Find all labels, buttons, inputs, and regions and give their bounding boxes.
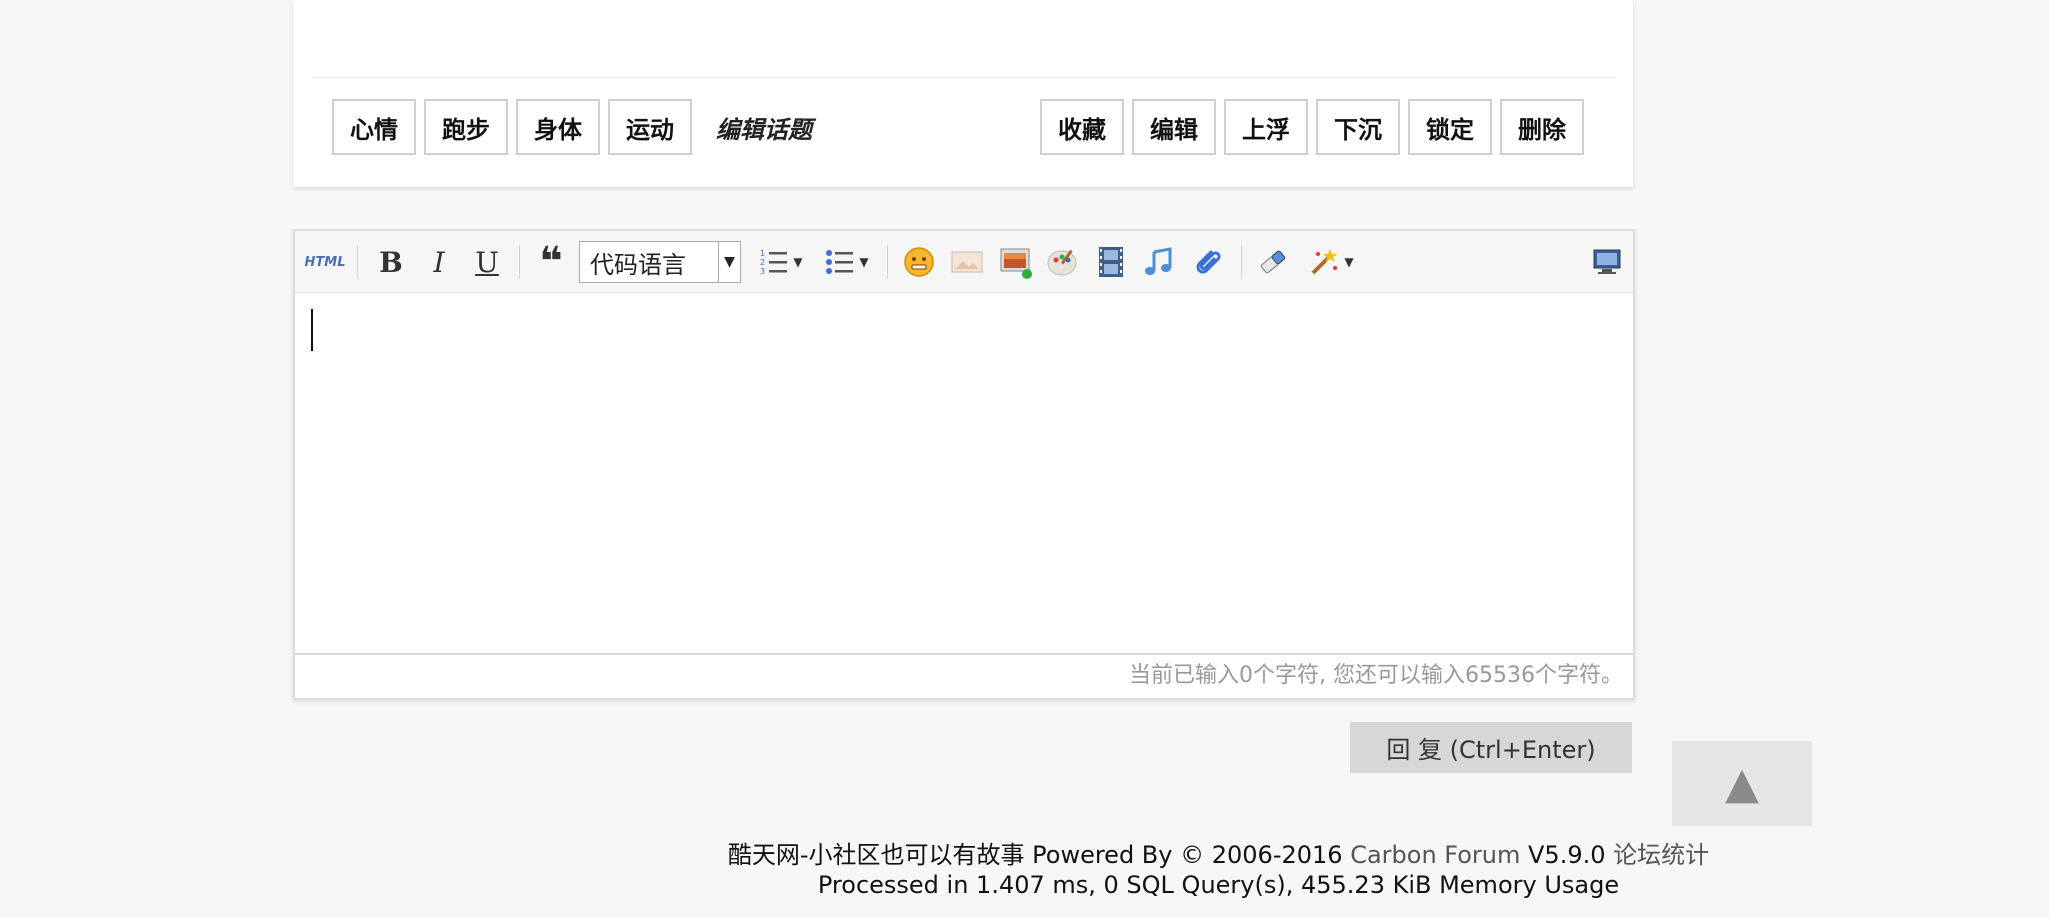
- quote-icon: ❝: [539, 239, 563, 285]
- editor-toolbar: HTML B I U ❝ 代码语言 ▼ 1 2 3 ▼ ▼ ▼: [295, 231, 1633, 293]
- ordered-list-icon: 1 2 3: [760, 249, 788, 276]
- video-button[interactable]: [1091, 243, 1131, 281]
- underline-icon: U: [475, 245, 499, 279]
- italic-button[interactable]: I: [421, 243, 457, 281]
- gallery-button[interactable]: [995, 243, 1035, 281]
- svg-text:1: 1: [760, 249, 765, 258]
- character-count-status: 当前已输入0个字符, 您还可以输入65536个字符。: [295, 653, 1633, 698]
- float-up-button[interactable]: 上浮: [1224, 99, 1308, 155]
- code-language-select[interactable]: 代码语言 ▼: [579, 241, 741, 283]
- footer-version: V5.9.0: [1520, 841, 1614, 869]
- monitor-icon: [1593, 249, 1621, 274]
- tag-button-sports[interactable]: 运动: [608, 99, 692, 155]
- quote-button[interactable]: ❝: [531, 239, 571, 285]
- smiley-icon: [904, 247, 934, 277]
- music-button[interactable]: [1139, 243, 1179, 281]
- footer-line-2: Processed in 1.407 ms, 0 SQL Query(s), 4…: [817, 871, 1620, 899]
- caret-down-icon: ▼: [859, 255, 869, 269]
- footer-powered-by: 酷天网-小社区也可以有故事 Powered By © 2006-2016: [727, 841, 1351, 869]
- image-button[interactable]: [947, 243, 987, 281]
- music-note-icon: [1145, 247, 1172, 275]
- paint-button[interactable]: [1043, 243, 1083, 281]
- attachment-button[interactable]: [1187, 243, 1227, 281]
- html-source-button[interactable]: HTML: [303, 243, 347, 281]
- forum-stats-link[interactable]: 论坛统计: [1613, 841, 1709, 869]
- underline-button[interactable]: U: [469, 243, 505, 281]
- palette-icon: [1047, 249, 1077, 276]
- paperclip-icon: [1196, 250, 1221, 274]
- delete-button[interactable]: 删除: [1500, 99, 1584, 155]
- tag-button-running[interactable]: 跑步: [424, 99, 508, 155]
- italic-icon: I: [433, 245, 445, 279]
- favorite-button[interactable]: 收藏: [1040, 99, 1124, 155]
- carbon-forum-link[interactable]: Carbon Forum: [1350, 841, 1520, 869]
- tag-button-body[interactable]: 身体: [516, 99, 600, 155]
- bold-icon: B: [379, 245, 403, 279]
- unordered-list-button[interactable]: ▼: [819, 243, 875, 281]
- text-cursor: [311, 309, 313, 351]
- toolbar-separator: [357, 245, 358, 279]
- toolbar-separator: [519, 245, 520, 279]
- image-icon: [951, 251, 983, 273]
- gallery-icon: [1000, 248, 1032, 279]
- code-language-value: 代码语言: [590, 250, 686, 279]
- clear-format-button[interactable]: [1253, 243, 1293, 281]
- eraser-icon: [1260, 250, 1286, 274]
- topic-card: 心情 跑步 身体 运动 编辑话题 收藏 编辑 上浮 下沉 锁定 删除: [293, 0, 1633, 187]
- toolbar-separator: [1241, 245, 1242, 279]
- svg-text:3: 3: [760, 267, 765, 276]
- lock-button[interactable]: 锁定: [1408, 99, 1492, 155]
- edit-button[interactable]: 编辑: [1132, 99, 1216, 155]
- film-icon: [1099, 247, 1123, 277]
- magic-wand-icon: [1311, 249, 1338, 275]
- bold-button[interactable]: B: [373, 243, 409, 281]
- caret-down-icon: ▼: [1344, 255, 1354, 269]
- tag-button-mood[interactable]: 心情: [332, 99, 416, 155]
- editor-text-area[interactable]: [295, 294, 1633, 651]
- caret-down-icon: ▼: [793, 255, 803, 269]
- unordered-list-icon: [826, 250, 854, 274]
- ordered-list-button[interactable]: 1 2 3 ▼: [753, 243, 809, 281]
- sink-button[interactable]: 下沉: [1316, 99, 1400, 155]
- reply-button[interactable]: 回 复 (Ctrl+Enter): [1350, 722, 1632, 773]
- magic-wand-button[interactable]: ▼: [1301, 243, 1361, 281]
- fullscreen-button[interactable]: [1587, 243, 1627, 281]
- scroll-to-top-button[interactable]: ▲: [1672, 741, 1812, 826]
- footer-line-1: 酷天网-小社区也可以有故事 Powered By © 2006-2016 Car…: [0, 835, 2049, 870]
- up-arrow-icon: ▲: [1725, 758, 1759, 809]
- toolbar-separator: [887, 245, 888, 279]
- reply-editor: HTML B I U ❝ 代码语言 ▼ 1 2 3 ▼ ▼ ▼ 当前已输入0个字…: [293, 229, 1635, 700]
- edit-topics-link[interactable]: 编辑话题: [716, 110, 812, 145]
- svg-text:2: 2: [760, 258, 765, 267]
- emoji-button[interactable]: [899, 243, 939, 281]
- html-label: HTML: [304, 254, 346, 270]
- chevron-down-icon: ▼: [718, 242, 740, 282]
- divider: [313, 77, 1613, 78]
